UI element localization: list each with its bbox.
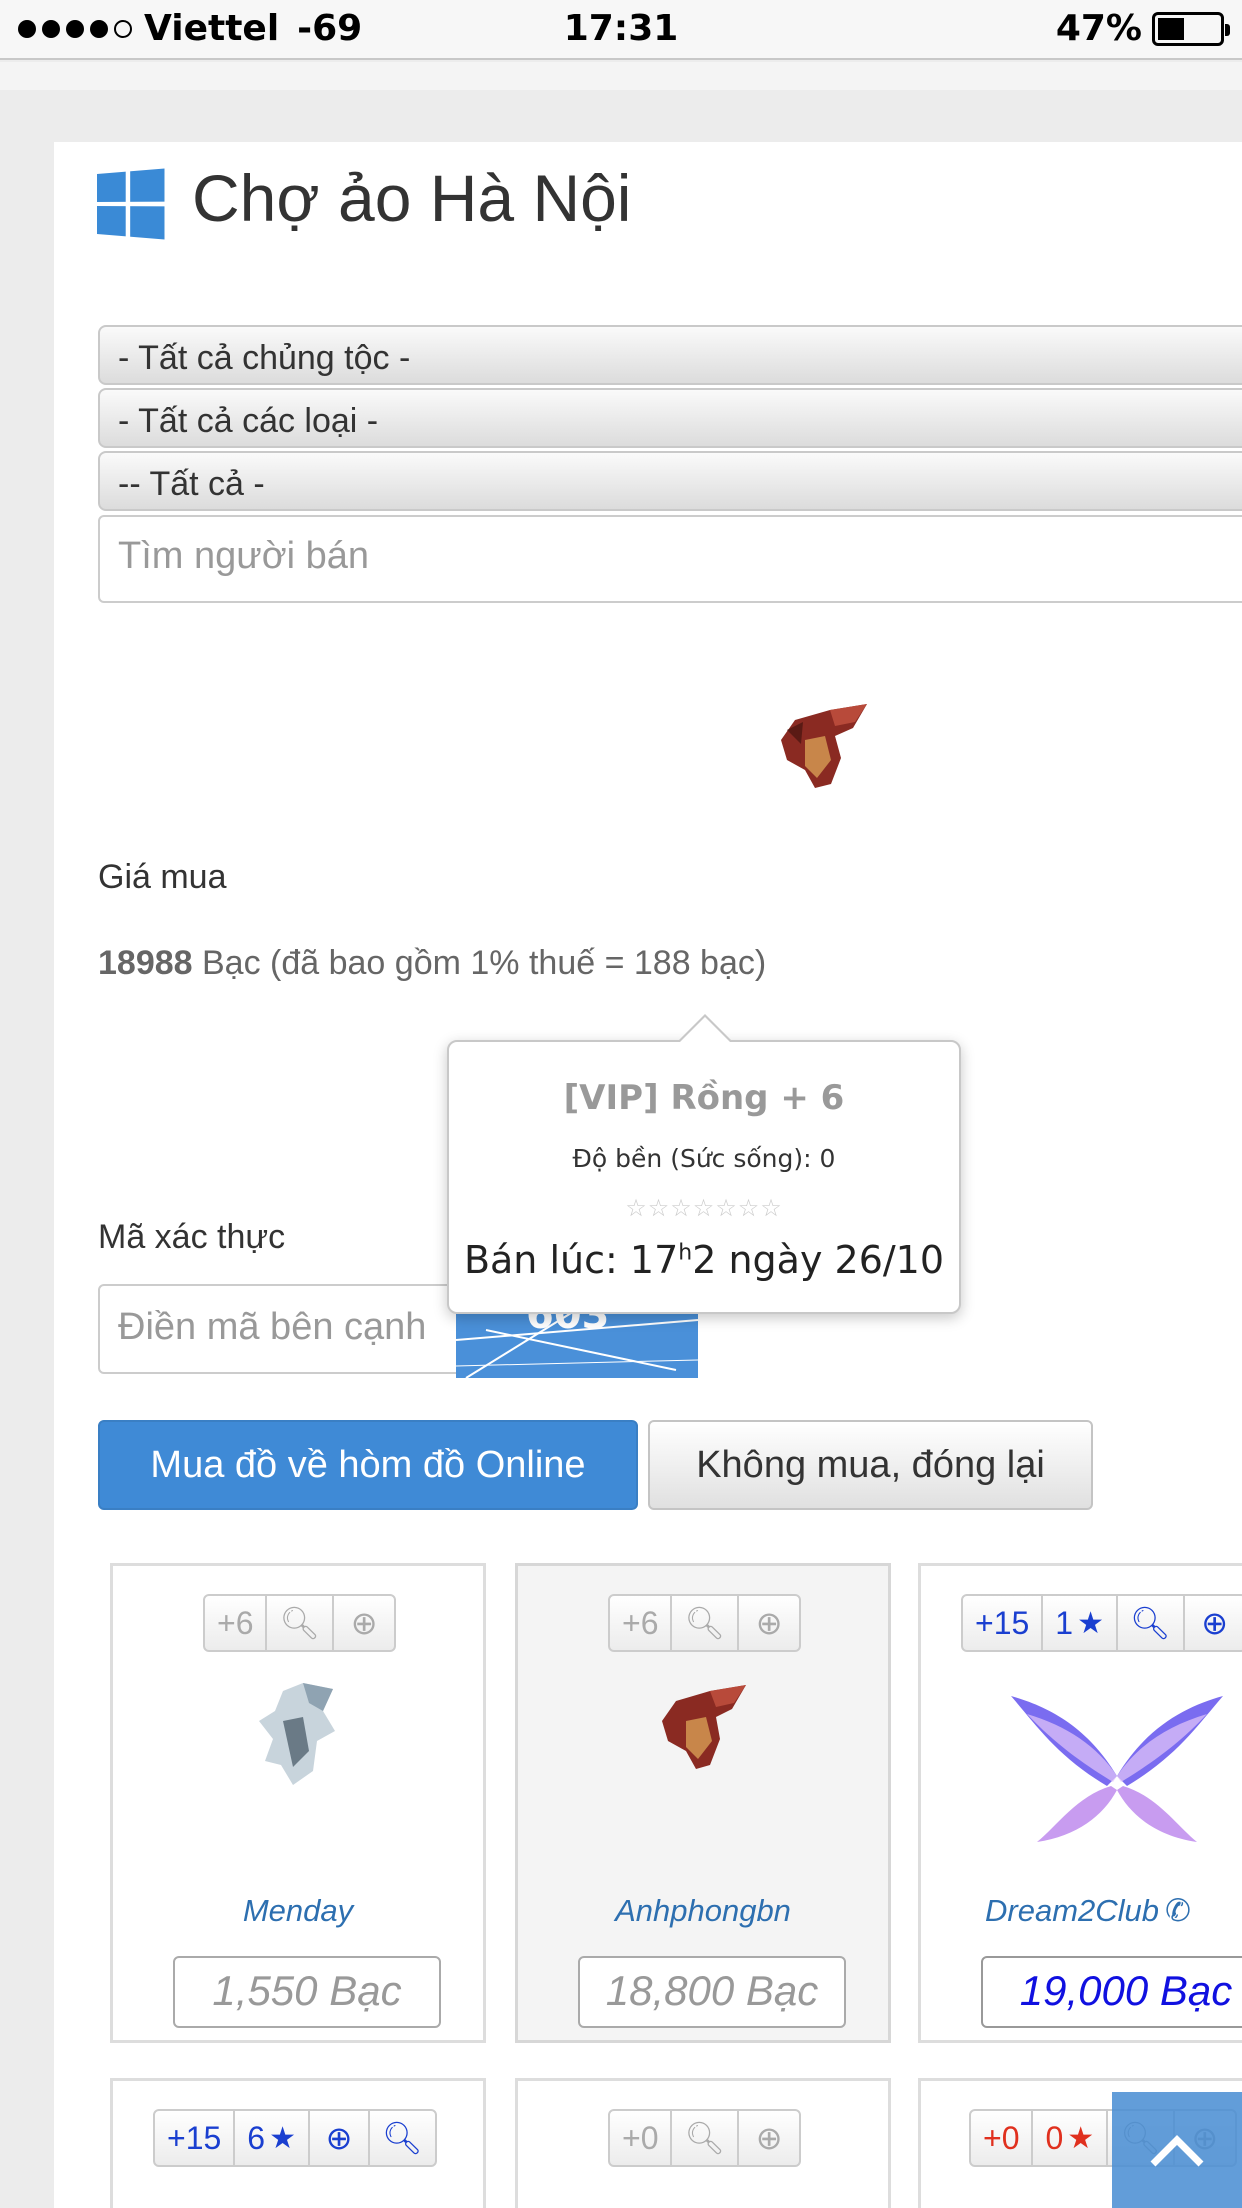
tooltip-title: [VIP] Rồng + 6: [563, 1078, 845, 1118]
star-icon: ★: [269, 2121, 296, 2155]
battery-percent: 47%: [1055, 8, 1142, 49]
battery-icon: [1152, 11, 1230, 46]
captcha-input[interactable]: Điền mã bên cạnh: [98, 1284, 458, 1374]
race-select[interactable]: - Tất cả chủng tộc -: [98, 325, 1242, 385]
star-icon: ★: [1067, 2121, 1095, 2155]
price-detail: Bạc (đã bao gồm 1% thuế = 188 bạc): [192, 944, 767, 982]
enhance-level: +6: [610, 1596, 673, 1650]
seller-name[interactable]: Dream2Club ✆: [921, 1893, 1242, 1929]
tooltip-stars: ☆☆☆☆☆☆☆: [625, 1194, 783, 1222]
star-count: 0 ★: [1033, 2111, 1109, 2165]
type-select[interactable]: - Tất cả các loại -: [98, 388, 1242, 448]
item-toolbar: +15 1 ★ 🔍︎ ⊕: [961, 1594, 1242, 1652]
dragon-item-image: [662, 1685, 746, 1769]
item-card[interactable]: +15 6 ★ ⊕ 🔍︎: [110, 2078, 486, 2208]
enhance-level: +15: [155, 2111, 236, 2165]
silver-creature-image: [259, 1683, 335, 1785]
zoom-in-icon[interactable]: 🔍︎: [370, 2111, 435, 2165]
star-count: 6 ★: [235, 2111, 310, 2165]
status-bar: Viettel -69 17:31 47%: [0, 0, 1242, 60]
purple-wings-image: [1011, 1696, 1223, 1842]
item-card-selected[interactable]: +6 🔍︎ ⊕ Anhphongbn 18,800 Bạc: [515, 1563, 891, 2043]
enhance-level: +6: [205, 1596, 268, 1650]
item-price: 19,000 Bạc: [981, 1956, 1242, 2028]
tooltip-durability: Độ bền (Sức sống): 0: [572, 1144, 836, 1173]
seller-search-input[interactable]: Tìm người bán: [98, 515, 1242, 603]
star-icon: ★: [1077, 1606, 1104, 1640]
item-toolbar: +0 🔍︎ ⊕: [608, 2109, 802, 2167]
chevron-up-icon: [1150, 2135, 1204, 2167]
captcha-label: Mã xác thực: [98, 1218, 286, 1256]
battery-status: 47%: [1055, 8, 1230, 49]
zoom-in-icon[interactable]: ⊕: [739, 2111, 799, 2165]
price-text: 18988 Bạc (đã bao gồm 1% thuế = 188 bạc): [98, 944, 766, 983]
enhance-level: +0: [610, 2111, 673, 2165]
item-card[interactable]: +0 🔍︎ ⊕: [515, 2078, 891, 2208]
zoom-in-icon[interactable]: ⊕: [1185, 1596, 1242, 1650]
zoom-in-icon[interactable]: ⊕: [334, 1596, 394, 1650]
item-price: 18,800 Bạc: [578, 1956, 846, 2028]
item-toolbar: +6 🔍︎ ⊕: [608, 1594, 802, 1652]
search-icon[interactable]: 🔍︎: [1118, 1596, 1185, 1650]
star-count: 1 ★: [1043, 1596, 1118, 1650]
dragon-item-image: [781, 704, 867, 788]
seller-name[interactable]: Anhphongbn: [518, 1893, 888, 1929]
enhance-level: +15: [963, 1596, 1044, 1650]
category-select[interactable]: -- Tất cả -: [98, 451, 1242, 511]
tooltip-sold-time: Bán lúc: 17h2 ngày 26/10: [463, 1238, 945, 1282]
cancel-button[interactable]: Không mua, đóng lại: [648, 1420, 1093, 1510]
item-price: 1,550 Bạc: [173, 1956, 441, 2028]
page-title: Chợ ảo Hà Nội: [192, 161, 632, 235]
windows-logo-icon: [97, 168, 165, 240]
enhance-level: +0: [971, 2111, 1034, 2165]
seller-name[interactable]: Menday: [113, 1893, 483, 1929]
browser-top-band: [0, 62, 1242, 90]
item-card[interactable]: +15 1 ★ 🔍︎ ⊕ Dream2Club ✆ 19,000 Bạc: [918, 1563, 1242, 2043]
item-card[interactable]: +6 🔍︎ ⊕ Menday 1,550 Bạc: [110, 1563, 486, 2043]
zoom-in-icon[interactable]: ⊕: [739, 1596, 799, 1650]
price-value: 18988: [98, 944, 193, 982]
add-icon[interactable]: ⊕: [310, 2111, 370, 2165]
item-toolbar: +15 6 ★ ⊕ 🔍︎: [153, 2109, 437, 2167]
buy-button[interactable]: Mua đồ về hòm đồ Online: [98, 1420, 638, 1510]
price-label: Giá mua: [98, 858, 227, 896]
scroll-to-top-button[interactable]: [1112, 2092, 1242, 2208]
search-icon[interactable]: 🔍︎: [267, 1596, 335, 1650]
search-icon[interactable]: 🔍︎: [672, 2111, 740, 2165]
phone-icon: ✆: [1165, 1893, 1191, 1929]
search-icon[interactable]: 🔍︎: [672, 1596, 740, 1650]
item-tooltip: [VIP] Rồng + 6 Độ bền (Sức sống): 0 ☆☆☆☆…: [447, 1014, 961, 1314]
item-toolbar: +6 🔍︎ ⊕: [203, 1594, 397, 1652]
